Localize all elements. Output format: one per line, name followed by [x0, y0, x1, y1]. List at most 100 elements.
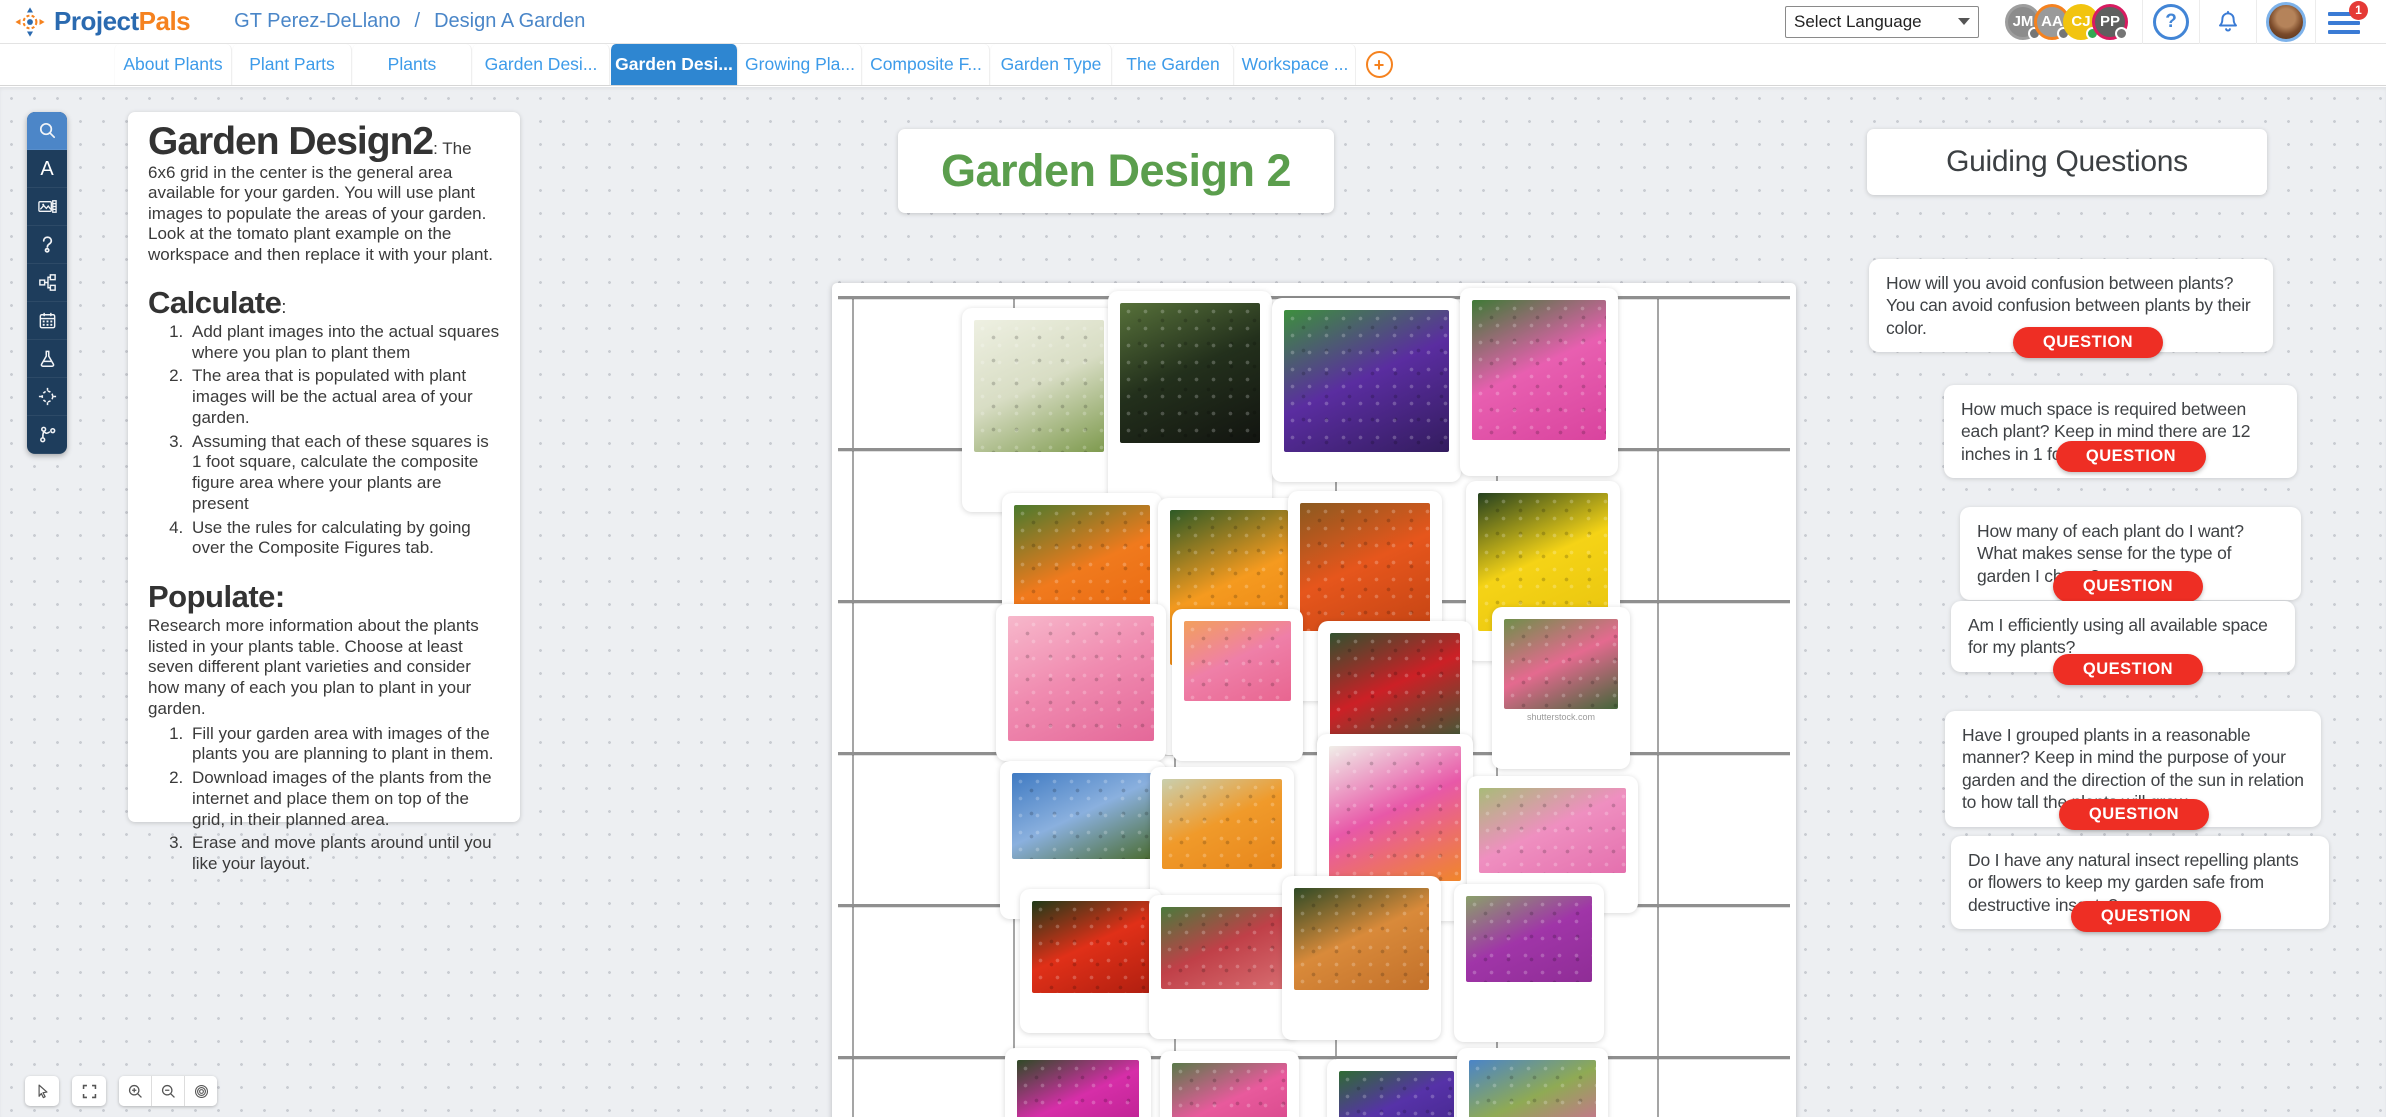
user-avatar[interactable] — [2266, 2, 2306, 42]
menu-hamburger-icon[interactable]: 1 — [2316, 10, 2372, 34]
tab-garden-type[interactable]: Garden Type — [990, 44, 1112, 85]
tool-calendar-icon[interactable] — [27, 302, 67, 340]
question-button[interactable]: QUESTION — [2059, 799, 2209, 830]
flower-black-petunias[interactable] — [1108, 291, 1272, 513]
flower-purple-gomphrena[interactable] — [1454, 884, 1604, 1042]
presence-dot — [2115, 27, 2128, 40]
tool-question-icon[interactable] — [27, 226, 67, 264]
flower-pink-fireweed[interactable] — [1457, 1048, 1608, 1117]
tab-plant-parts[interactable]: Plant Parts — [232, 44, 352, 85]
guiding-question-card-4[interactable]: Am I efficiently using all available spa… — [1951, 601, 2295, 672]
garden-grid-board[interactable]: shutterstock.com — [832, 283, 1796, 1117]
instruction-step: Use the rules for calculating by going o… — [188, 518, 500, 559]
compass-logo-icon — [14, 6, 46, 38]
help-button[interactable]: ? — [2143, 4, 2199, 40]
notifications-button[interactable] — [2200, 9, 2256, 35]
guiding-questions-title-card[interactable]: Guiding Questions — [1867, 129, 2267, 195]
chevron-down-icon — [1958, 18, 1970, 25]
tool-branch-icon[interactable] — [27, 416, 67, 454]
guiding-question-card-2[interactable]: How much space is required between each … — [1944, 385, 2297, 478]
breadcrumb-team[interactable]: GT Perez-DeLlano — [234, 10, 400, 33]
flower-pink-cleome[interactable] — [1160, 1051, 1299, 1117]
guiding-question-card-1[interactable]: How will you avoid confusion between pla… — [1869, 259, 2273, 352]
tool-media-icon[interactable] — [27, 188, 67, 226]
tab-the-garden[interactable]: The Garden — [1112, 44, 1234, 85]
fullscreen-button[interactable] — [72, 1076, 106, 1106]
flower-photo-orange-cosmos-field — [1162, 779, 1282, 869]
app-header: ProjectPals GT Perez-DeLlano / Design A … — [0, 0, 2386, 44]
flower-purple-cornflower[interactable] — [1327, 1059, 1466, 1117]
flower-magenta-cleome[interactable] — [1005, 1048, 1151, 1117]
flower-pink-petunias[interactable] — [1460, 288, 1618, 476]
zoom-in-icon — [127, 1083, 144, 1100]
language-select[interactable]: Select Language — [1785, 6, 1979, 38]
app-logo-text: ProjectPals — [54, 6, 190, 37]
flower-photo-pink-roses — [1184, 621, 1291, 701]
tab-strip: About PlantsPlant PartsPlantsGarden Desi… — [114, 44, 1356, 85]
board-title: Garden Design 2 — [941, 145, 1291, 197]
grid-line — [852, 296, 854, 1117]
flower-photo-pink-fireweed — [1469, 1060, 1596, 1117]
menu-notification-badge: 1 — [2349, 1, 2368, 20]
tab-growing-pla[interactable]: Growing Pla... — [738, 44, 862, 85]
flower-celosia-mix[interactable] — [1149, 895, 1300, 1039]
tool-flowchart-icon[interactable] — [27, 264, 67, 302]
breadcrumb: GT Perez-DeLlano / Design A Garden — [234, 10, 585, 33]
instruction-step: The area that is populated with plant im… — [188, 366, 500, 428]
flower-photo-pink-azalea — [1008, 616, 1154, 741]
tool-search-icon[interactable] — [27, 112, 67, 150]
question-button[interactable]: QUESTION — [2056, 441, 2206, 472]
flower-photo-pink-mandevilla — [1504, 619, 1618, 709]
tool-flask-icon[interactable] — [27, 340, 67, 378]
grid-line — [838, 1056, 1790, 1059]
guiding-questions-title: Guiding Questions — [1946, 145, 2188, 179]
pointer-tool-button[interactable] — [25, 1076, 59, 1106]
question-button[interactable]: QUESTION — [2013, 327, 2163, 358]
zoom-out-button[interactable] — [152, 1076, 185, 1106]
guiding-question-card-3[interactable]: How many of each plant do I want? What m… — [1960, 507, 2301, 600]
grid-line — [1657, 296, 1659, 1117]
breadcrumb-project[interactable]: Design A Garden — [434, 10, 585, 33]
populate-list: Fill your garden area with images of the… — [148, 724, 500, 875]
flower-white-petunias[interactable] — [962, 308, 1116, 512]
populate-intro: Research more information about the plan… — [148, 616, 500, 720]
flower-purple-petunias[interactable] — [1272, 298, 1461, 482]
question-button[interactable]: QUESTION — [2053, 654, 2203, 685]
flower-photo-celosia-mix — [1161, 907, 1288, 989]
guiding-question-card-5[interactable]: Have I grouped plants in a reasonable ma… — [1945, 711, 2321, 827]
question-button[interactable]: QUESTION — [2053, 571, 2203, 602]
flower-pink-roses[interactable] — [1172, 609, 1303, 761]
help-icon: ? — [2153, 4, 2189, 40]
guiding-question-card-6[interactable]: Do I have any natural insect repelling p… — [1951, 836, 2329, 929]
flower-orange-amaranth[interactable] — [1282, 876, 1441, 1040]
collaborator-avatar-pp[interactable]: PP — [2092, 4, 2128, 40]
zoom-reset-icon — [193, 1083, 210, 1100]
bell-icon — [2215, 9, 2241, 35]
photo-watermark-caption: shutterstock.com — [1492, 712, 1630, 722]
tab-plants[interactable]: Plants — [352, 44, 472, 85]
instruction-step: Add plant images into the actual squares… — [188, 322, 500, 363]
flower-photo-red-petunia — [1330, 633, 1460, 743]
zoom-reset-button[interactable] — [185, 1076, 217, 1106]
workspace-canvas[interactable]: A Garden Design2: The 6x6 grid in the ce… — [0, 87, 2386, 1117]
tab-about-plants[interactable]: About Plants — [114, 44, 232, 85]
flower-photo-magenta-cleome — [1017, 1060, 1139, 1117]
question-button[interactable]: QUESTION — [2071, 901, 2221, 932]
tab-garden-desi[interactable]: Garden Desi... — [610, 44, 738, 85]
flower-pink-mandevilla[interactable]: shutterstock.com — [1492, 607, 1630, 769]
tool-text-icon[interactable]: A — [27, 150, 67, 188]
tool-target-icon[interactable] — [27, 378, 67, 416]
flower-pink-azalea[interactable] — [996, 604, 1166, 761]
tab-workspace[interactable]: Workspace ... — [1234, 44, 1356, 85]
populate-heading: Populate: — [148, 581, 500, 612]
projectpals-app: ProjectPals GT Perez-DeLlano / Design A … — [0, 0, 2386, 1117]
tab-garden-desi[interactable]: Garden Desi... — [472, 44, 610, 85]
app-logo[interactable]: ProjectPals — [14, 6, 190, 38]
breadcrumb-separator: / — [415, 10, 421, 33]
instructions-card[interactable]: Garden Design2: The 6x6 grid in the cent… — [128, 112, 520, 822]
tab-composite-f[interactable]: Composite F... — [862, 44, 990, 85]
add-tab-button[interactable]: + — [1356, 44, 1402, 85]
board-title-card[interactable]: Garden Design 2 — [898, 129, 1334, 213]
zoom-in-button[interactable] — [119, 1076, 152, 1106]
flower-red-celosia[interactable] — [1020, 889, 1162, 1033]
